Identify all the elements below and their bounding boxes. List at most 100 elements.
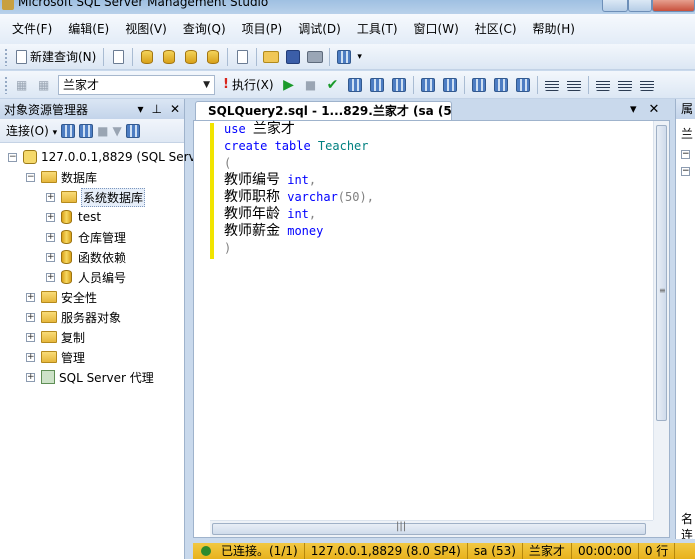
specify-values-button[interactable]: [637, 75, 657, 95]
tree-node-database[interactable]: + 人员编号: [0, 267, 184, 287]
query-designer-button[interactable]: [367, 75, 387, 95]
activity-monitor-button[interactable]: [334, 47, 354, 67]
save-button[interactable]: [283, 47, 303, 67]
expand-icon[interactable]: +: [26, 352, 35, 362]
expand-icon[interactable]: +: [26, 292, 35, 302]
code-line[interactable]: ): [224, 240, 374, 257]
dmx-query-button[interactable]: [159, 47, 179, 67]
expand-icon[interactable]: +: [46, 232, 55, 242]
collapse-icon[interactable]: −: [8, 152, 17, 162]
maximize-button[interactable]: [628, 0, 652, 12]
chevron-down-icon[interactable]: ▾: [137, 102, 143, 116]
expand-icon[interactable]: −: [681, 150, 690, 159]
code-line[interactable]: 教师职称 varchar(50),: [224, 189, 374, 206]
tree-node-database[interactable]: + 仓库管理: [0, 227, 184, 247]
menu-project[interactable]: 项目(P): [234, 14, 291, 44]
code-line[interactable]: 教师年龄 int,: [224, 206, 374, 223]
cancel-query-button[interactable]: ■: [301, 75, 321, 95]
sql-editor[interactable]: use 兰家才 create table Teacher(教师编号 int, 教师职…: [193, 120, 670, 538]
new-file-button[interactable]: [108, 47, 128, 67]
decrease-indent-button[interactable]: [593, 75, 613, 95]
expand-icon[interactable]: +: [46, 272, 55, 282]
expand-icon[interactable]: +: [26, 332, 35, 342]
toolbar-grip[interactable]: [4, 47, 8, 66]
expand-icon[interactable]: +: [26, 312, 35, 322]
menu-edit[interactable]: 编辑(E): [60, 14, 117, 44]
increase-indent-button[interactable]: [615, 75, 635, 95]
code-line[interactable]: use 兰家才: [224, 121, 374, 138]
connect-button[interactable]: ▦: [13, 75, 33, 95]
comment-button[interactable]: [542, 75, 562, 95]
pin-icon[interactable]: ⊥: [151, 102, 161, 116]
code-line[interactable]: 教师编号 int,: [224, 172, 374, 189]
toolbar-grip[interactable]: [4, 75, 8, 94]
uncomment-button[interactable]: [564, 75, 584, 95]
tree-node-databases[interactable]: − 数据库: [0, 167, 184, 187]
server-icon: [23, 150, 37, 164]
collapse-icon[interactable]: −: [26, 172, 35, 182]
database-select[interactable]: 兰家才 ▼: [58, 74, 215, 95]
connect-server-icon[interactable]: [61, 123, 76, 138]
execute-button[interactable]: ! 执行(X): [220, 75, 277, 95]
xmla-query-button[interactable]: [181, 47, 201, 67]
tree-node-database[interactable]: + test: [0, 207, 184, 227]
print-button[interactable]: [305, 47, 325, 67]
debug-button[interactable]: ▶: [279, 75, 299, 95]
sqlce-query-button[interactable]: [203, 47, 223, 67]
menu-community[interactable]: 社区(C): [467, 14, 525, 44]
results-to-file-button[interactable]: [491, 75, 511, 95]
new-item-button[interactable]: [232, 47, 252, 67]
code-line[interactable]: 教师薪金 money: [224, 223, 374, 240]
filter-icon[interactable]: ▼: [113, 124, 122, 138]
tree-node-security[interactable]: + 安全性: [0, 287, 184, 307]
tree-node-replication[interactable]: + 复制: [0, 327, 184, 347]
expand-icon[interactable]: +: [46, 212, 55, 222]
minimize-button[interactable]: [602, 0, 628, 12]
parse-button[interactable]: ✔: [323, 75, 343, 95]
tree-node-server-objects[interactable]: + 服务器对象: [0, 307, 184, 327]
tree-node-server[interactable]: − 127.0.0.1,8829 (SQL Server 8.0.2039 - …: [0, 147, 296, 167]
menu-debug[interactable]: 调试(D): [290, 14, 349, 44]
tree-node-system-databases[interactable]: + 系统数据库: [0, 187, 184, 207]
mdx-query-button[interactable]: [137, 47, 157, 67]
refresh-icon[interactable]: [125, 123, 140, 138]
vertical-scrollbar[interactable]: ≡: [653, 121, 669, 520]
disconnect-button[interactable]: ▦: [35, 75, 55, 95]
close-icon[interactable]: ✕: [649, 102, 660, 117]
menu-window[interactable]: 窗口(W): [406, 14, 467, 44]
include-plan-button[interactable]: [418, 75, 438, 95]
scrollbar-thumb[interactable]: ≡: [656, 125, 667, 421]
expand-icon[interactable]: −: [681, 167, 690, 176]
menu-file[interactable]: 文件(F): [4, 14, 60, 44]
expand-icon[interactable]: +: [46, 252, 55, 262]
tree-node-management[interactable]: + 管理: [0, 347, 184, 367]
results-to-grid-button[interactable]: [469, 75, 489, 95]
open-file-button[interactable]: [261, 47, 281, 67]
tab-sqlquery2[interactable]: SQLQuery2.sql - 1...829.兰家才 (sa (53))*: [195, 101, 452, 121]
client-statistics-button[interactable]: [440, 75, 460, 95]
expand-icon[interactable]: +: [26, 372, 35, 382]
disconnect-server-icon[interactable]: [79, 123, 94, 138]
scrollbar-thumb[interactable]: |||: [212, 521, 646, 535]
toolbar-overflow-icon[interactable]: ▾: [357, 52, 362, 62]
close-window-button[interactable]: [652, 0, 695, 12]
menu-tools[interactable]: 工具(T): [349, 14, 406, 44]
new-query-button[interactable]: 新建查询(N): [13, 47, 99, 67]
stop-icon[interactable]: ■: [97, 124, 108, 138]
tree-node-sql-agent[interactable]: + SQL Server 代理: [0, 367, 184, 387]
close-icon[interactable]: ✕: [170, 102, 180, 116]
results-to-text-button[interactable]: [389, 75, 409, 95]
tree-node-database[interactable]: + 函数依赖: [0, 247, 184, 267]
expand-icon[interactable]: +: [46, 192, 55, 202]
connect-dropdown[interactable]: 连接(O) ▾: [6, 122, 57, 139]
results-to-text2-button[interactable]: [513, 75, 533, 95]
menu-query[interactable]: 查询(Q): [175, 14, 234, 44]
code-area[interactable]: use 兰家才 create table Teacher(教师编号 int, 教师职…: [224, 121, 374, 257]
menu-help[interactable]: 帮助(H): [525, 14, 583, 44]
menu-view[interactable]: 视图(V): [117, 14, 175, 44]
code-line[interactable]: create table Teacher: [224, 138, 374, 155]
chevron-down-icon[interactable]: ▾: [630, 102, 637, 117]
code-line[interactable]: (: [224, 155, 374, 172]
display-plan-button[interactable]: [345, 75, 365, 95]
horizontal-scrollbar[interactable]: |||: [210, 520, 655, 537]
